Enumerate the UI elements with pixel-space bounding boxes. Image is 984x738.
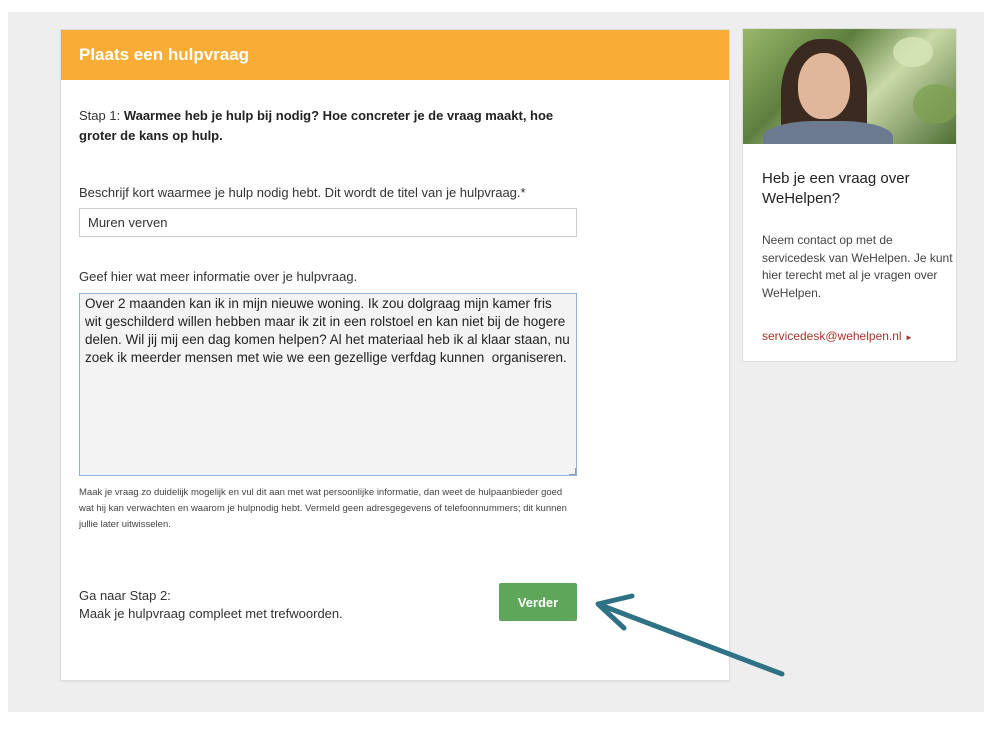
info-textarea[interactable]: Over 2 maanden kan ik in mijn nieuwe won… [79, 293, 577, 476]
next-step-description: Maak je hulpvraag compleet met trefwoord… [79, 606, 343, 621]
servicedesk-email-text: servicedesk@wehelpen.nl [762, 329, 902, 343]
sidebar-body: Neem contact op met de servicedesk van W… [762, 233, 953, 300]
title-field-label: Beschrijf kort waarmee je hulp nodig heb… [79, 185, 526, 200]
help-request-form: Plaats een hulpvraag Stap 1: Waarmee heb… [60, 29, 730, 681]
form-header: Plaats een hulpvraag [61, 30, 729, 80]
link-arrow-icon: ► [904, 333, 913, 342]
servicedesk-email-link[interactable]: servicedesk@wehelpen.nl ► [762, 329, 913, 343]
next-step-info: Ga naar Stap 2: Maak je hulpvraag comple… [79, 587, 343, 623]
info-field-label: Geef hier wat meer informatie over je hu… [79, 269, 358, 284]
contact-sidebar: Heb je een vraag over WeHelpen? Neem con… [742, 28, 957, 362]
resize-grip-icon[interactable] [569, 468, 576, 475]
help-hint: Maak je vraag zo duidelijk mogelijk en v… [79, 487, 567, 530]
next-step-title: Ga naar Stap 2: [79, 588, 171, 603]
form-title: Plaats een hulpvraag [79, 45, 250, 64]
step-instructions: Stap 1: Waarmee heb je hulp bij nodig? H… [79, 106, 579, 146]
next-button[interactable]: Verder [499, 583, 577, 621]
woman-portrait-photo [743, 29, 956, 144]
step-prefix: Stap 1: [79, 108, 124, 123]
step-question: Waarmee heb je hulp bij nodig? Hoe concr… [79, 108, 554, 143]
title-input[interactable] [79, 208, 577, 237]
sidebar-heading: Heb je een vraag over WeHelpen? [762, 170, 910, 207]
